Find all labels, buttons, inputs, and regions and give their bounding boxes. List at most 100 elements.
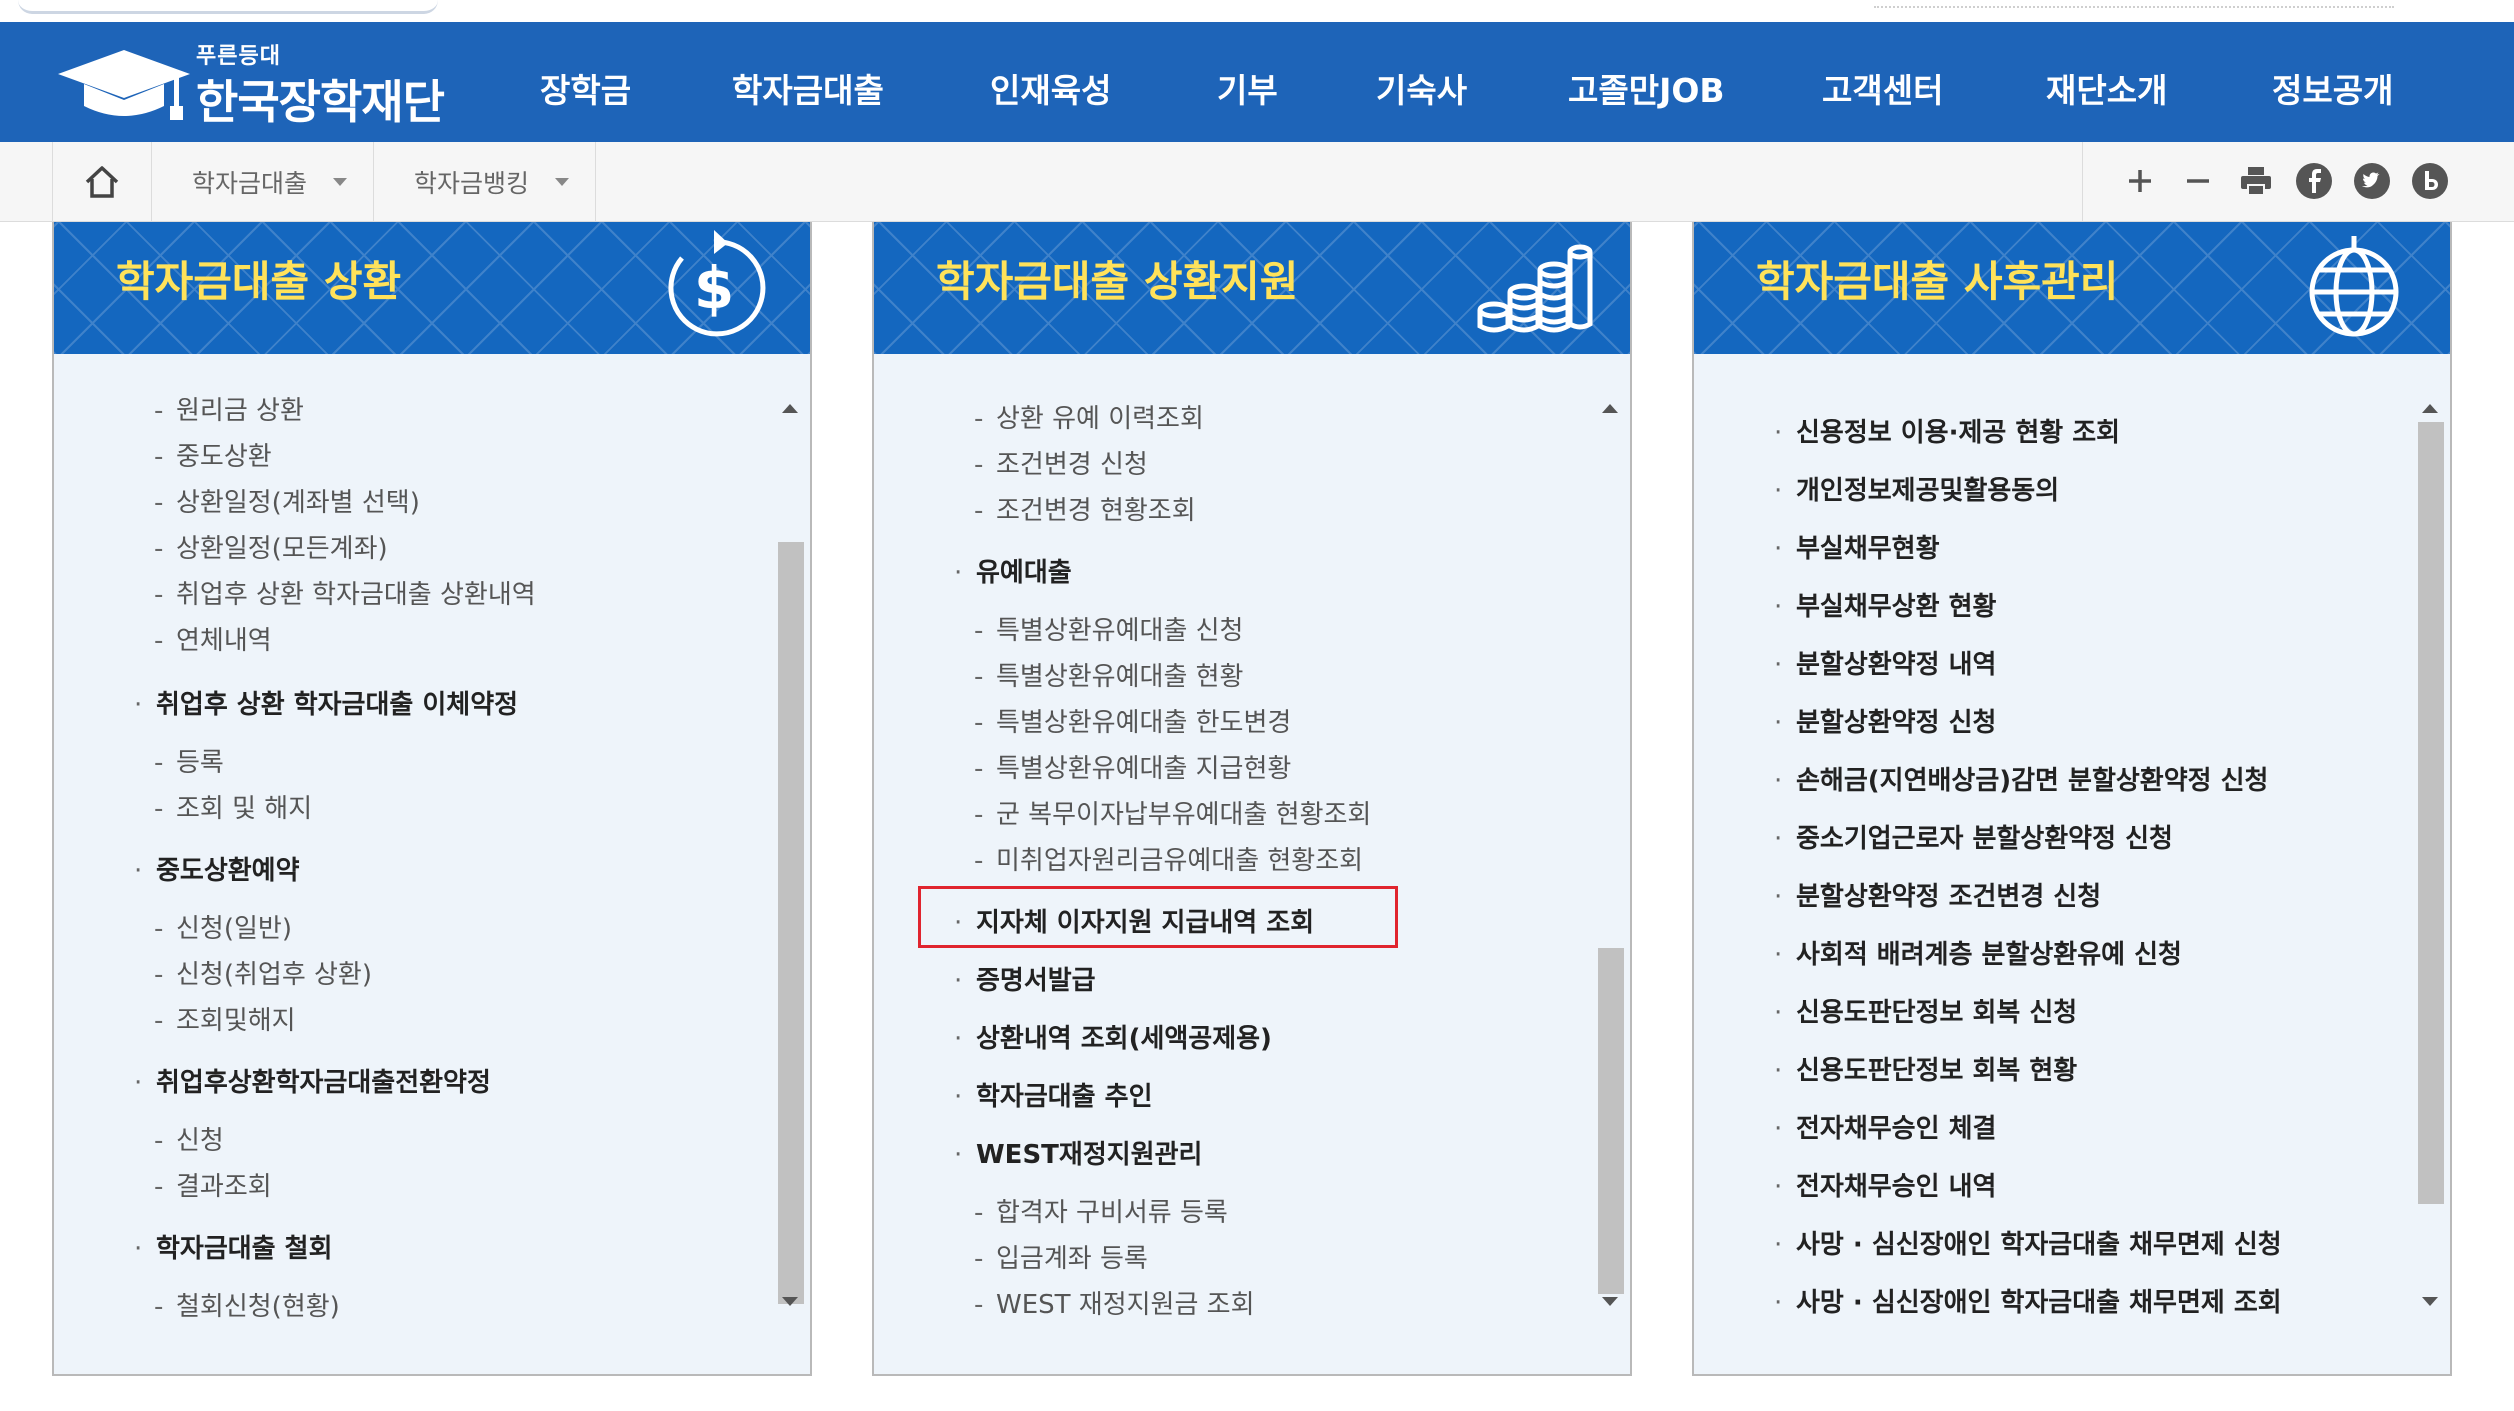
dollar-refresh-icon: $ bbox=[668, 230, 766, 337]
menu-sub-item[interactable]: - 상환일정(모든계좌) bbox=[154, 528, 388, 565]
scroll-up-icon[interactable] bbox=[782, 404, 798, 413]
menu-main-item[interactable]: · 전자채무승인 체결 bbox=[1774, 1108, 1996, 1145]
menu-main-item[interactable]: · 중도상환예약 bbox=[134, 850, 300, 887]
nav-item-high-school-job[interactable]: 고졸만JOB bbox=[1568, 64, 1725, 112]
facebook-share-button[interactable] bbox=[2295, 162, 2333, 200]
menu-sub-item[interactable]: - 결과조회 bbox=[154, 1166, 272, 1203]
nav-item-scholarship[interactable]: 장학금 bbox=[540, 64, 631, 112]
scrollbar-thumb[interactable] bbox=[1598, 948, 1624, 1294]
menu-main-item[interactable]: · 학자금대출 추인 bbox=[954, 1076, 1153, 1113]
menu-sub-item[interactable]: - 취업후 상환 학자금대출 상환내역 bbox=[154, 574, 536, 611]
breadcrumb-label: 학자금대출 bbox=[192, 168, 308, 198]
nav-item-donation[interactable]: 기부 bbox=[1217, 64, 1278, 112]
panel-menu-list: · 신용정보 이용·제공 현황 조회 · 개인정보제공및활용동의 · 부실채무현황 ·… bbox=[1694, 354, 2414, 1374]
home-button[interactable] bbox=[52, 142, 152, 221]
print-button[interactable] bbox=[2237, 162, 2275, 200]
menu-sub-item[interactable]: - 등록 bbox=[154, 742, 224, 779]
menu-main-item[interactable]: · 분할상환약정 내역 bbox=[1774, 644, 1996, 681]
menu-main-item[interactable]: · 부실채무현황 bbox=[1774, 528, 1940, 565]
menu-main-item[interactable]: · 신용정보 이용·제공 현황 조회 bbox=[1774, 412, 2120, 449]
highlight-box bbox=[918, 886, 1398, 948]
scrollbar-thumb[interactable] bbox=[2418, 422, 2444, 1204]
site-logo[interactable]: 푸른등대 한국장학재단 bbox=[54, 36, 454, 129]
menu-main-item[interactable]: · 신용도판단정보 회복 신청 bbox=[1774, 992, 2077, 1029]
menu-main-item[interactable]: · 분할상환약정 신청 bbox=[1774, 702, 1996, 739]
site-header: 푸른등대 한국장학재단 장학금 학자금대출 인재육성 기부 기숙사 고졸만JOB… bbox=[0, 22, 2514, 142]
menu-sub-item[interactable]: - 연체내역 bbox=[154, 620, 272, 657]
panel-title: 학자금대출 상환 bbox=[116, 257, 402, 306]
menu-main-item[interactable]: · 사망 · 심신장애인 학자금대출 채무면제 조회 bbox=[1774, 1282, 2282, 1319]
menu-main-item[interactable]: · 유예대출 bbox=[954, 552, 1072, 589]
menu-main-item[interactable]: · 사망 · 심신장애인 학자금대출 채무면제 신청 bbox=[1774, 1224, 2282, 1261]
menu-sub-item[interactable]: - 조회및해지 bbox=[154, 1000, 296, 1037]
menu-sub-item[interactable]: - 특별상환유예대출 한도변경 bbox=[974, 702, 1291, 739]
panel-header: 학자금대출 상환지원 bbox=[874, 222, 1630, 354]
menu-main-item[interactable]: · 전자채무승인 내역 bbox=[1774, 1166, 1996, 1203]
menu-main-item[interactable]: · 취업후 상환 학자금대출 이체약정 bbox=[134, 684, 518, 721]
breadcrumb-item-loan-banking[interactable]: 학자금뱅킹 bbox=[374, 142, 596, 221]
menu-sub-item[interactable]: - 특별상환유예대출 지급현황 bbox=[974, 748, 1291, 785]
menu-main-item[interactable]: · 손해금(지연배상금)감면 분할상환약정 신청 bbox=[1774, 760, 2268, 797]
scroll-up-icon[interactable] bbox=[2422, 404, 2438, 413]
menu-sub-item[interactable]: - 특별상환유예대출 현황 bbox=[974, 656, 1243, 693]
scroll-down-icon[interactable] bbox=[2422, 1297, 2438, 1306]
menu-main-item[interactable]: · 취업후상환학자금대출전환약정 bbox=[134, 1062, 491, 1099]
nav-item-dormitory[interactable]: 기숙사 bbox=[1376, 64, 1467, 112]
menu-sub-item[interactable]: - 신청 bbox=[154, 1120, 224, 1157]
menu-sub-item[interactable]: - 입금계좌 등록 bbox=[974, 1238, 1148, 1275]
menu-main-item[interactable]: · 상환내역 조회(세액공제용) bbox=[954, 1018, 1272, 1055]
menu-main-item[interactable]: · 분할상환약정 조건변경 신청 bbox=[1774, 876, 2101, 913]
zoom-out-button[interactable] bbox=[2179, 162, 2217, 200]
menu-main-item[interactable]: · 증명서발급 bbox=[954, 960, 1096, 997]
menu-sub-item[interactable]: -군 복무이자납부유예대출 현황조회 bbox=[974, 794, 1371, 831]
menu-sub-item[interactable]: - 미취업자원리금유예대출 현황조회 bbox=[974, 840, 1363, 877]
menu-sub-item[interactable]: - 철회신청(현황) bbox=[154, 1286, 340, 1323]
twitter-share-button[interactable] bbox=[2353, 162, 2391, 200]
menu-sub-item[interactable]: - 조건변경 현황조회 bbox=[974, 490, 1196, 527]
nav-item-disclosure[interactable]: 정보공개 bbox=[2272, 64, 2393, 112]
svg-text:$: $ bbox=[694, 254, 734, 322]
menu-sub-item[interactable]: - 상환 유예 이력조회 bbox=[974, 398, 1204, 435]
globe-icon bbox=[2309, 236, 2399, 337]
nav-item-about[interactable]: 재단소개 bbox=[2046, 64, 2167, 112]
menu-sub-item[interactable]: - 중도상환 bbox=[154, 436, 272, 473]
menu-sub-item[interactable]: - 조건변경 신청 bbox=[974, 444, 1148, 481]
facebook-icon bbox=[2296, 163, 2332, 199]
nav-item-talent[interactable]: 인재육성 bbox=[990, 64, 1111, 112]
scroll-down-icon[interactable] bbox=[782, 1297, 798, 1306]
menu-main-item[interactable]: · 부실채무상환 현황 bbox=[1774, 586, 1996, 623]
menu-sub-item[interactable]: - 원리금 상환 bbox=[154, 390, 304, 427]
scrollbar-thumb[interactable] bbox=[778, 542, 804, 1304]
print-icon bbox=[2241, 167, 2271, 196]
chevron-down-icon bbox=[555, 178, 569, 186]
menu-sub-item[interactable]: - 특별상환유예대출 신청 bbox=[974, 610, 1243, 647]
nav-item-student-loan[interactable]: 학자금대출 bbox=[732, 64, 884, 112]
menu-sub-item[interactable]: - 신청(일반) bbox=[154, 908, 292, 945]
blog-share-button[interactable] bbox=[2411, 162, 2449, 200]
menu-sub-item[interactable]: - 합격자 구비서류 등록 bbox=[974, 1192, 1228, 1229]
scroll-down-icon[interactable] bbox=[1602, 1297, 1618, 1306]
nav-item-customer-center[interactable]: 고객센터 bbox=[1822, 64, 1943, 112]
home-icon bbox=[85, 165, 119, 198]
menu-sub-item[interactable]: - 신청(취업후 상환) bbox=[154, 954, 372, 991]
menu-main-item[interactable]: · 중소기업근로자 분할상환약정 신청 bbox=[1774, 818, 2173, 855]
panel-header: 학자금대출 상환 $ bbox=[54, 222, 810, 354]
zoom-in-button[interactable] bbox=[2121, 162, 2159, 200]
breadcrumb-item-student-loan[interactable]: 학자금대출 bbox=[152, 142, 374, 221]
menu-main-item[interactable]: · WEST재정지원관리 bbox=[954, 1134, 1202, 1171]
panel-title: 학자금대출 사후관리 bbox=[1756, 257, 2119, 306]
scrollbar[interactable] bbox=[1596, 392, 1624, 1316]
menu-main-item[interactable]: · 사회적 배려계층 분할상환유예 신청 bbox=[1774, 934, 2182, 971]
scrollbar[interactable] bbox=[2416, 392, 2444, 1316]
menu-sub-item[interactable]: - WEST 재정지원금 조회 bbox=[974, 1284, 1255, 1321]
scroll-up-icon[interactable] bbox=[1602, 404, 1618, 413]
menu-main-item[interactable]: · 학자금대출 철회 bbox=[134, 1228, 333, 1265]
breadcrumb: 학자금대출 학자금뱅킹 bbox=[0, 142, 2514, 222]
menu-sub-item[interactable]: - 조회 및 해지 bbox=[154, 788, 312, 825]
graduation-cap-icon bbox=[58, 50, 190, 120]
panel-menu-list: - 원리금 상환 - 중도상환 - 상환일정(계좌별 선택) - 상환일정(모든계좌) … bbox=[54, 354, 774, 1374]
scrollbar[interactable] bbox=[776, 392, 804, 1316]
menu-main-item[interactable]: · 신용도판단정보 회복 현황 bbox=[1774, 1050, 2077, 1087]
menu-main-item[interactable]: · 개인정보제공및활용동의 bbox=[1774, 470, 2059, 507]
menu-sub-item[interactable]: - 상환일정(계좌별 선택) bbox=[154, 482, 420, 519]
